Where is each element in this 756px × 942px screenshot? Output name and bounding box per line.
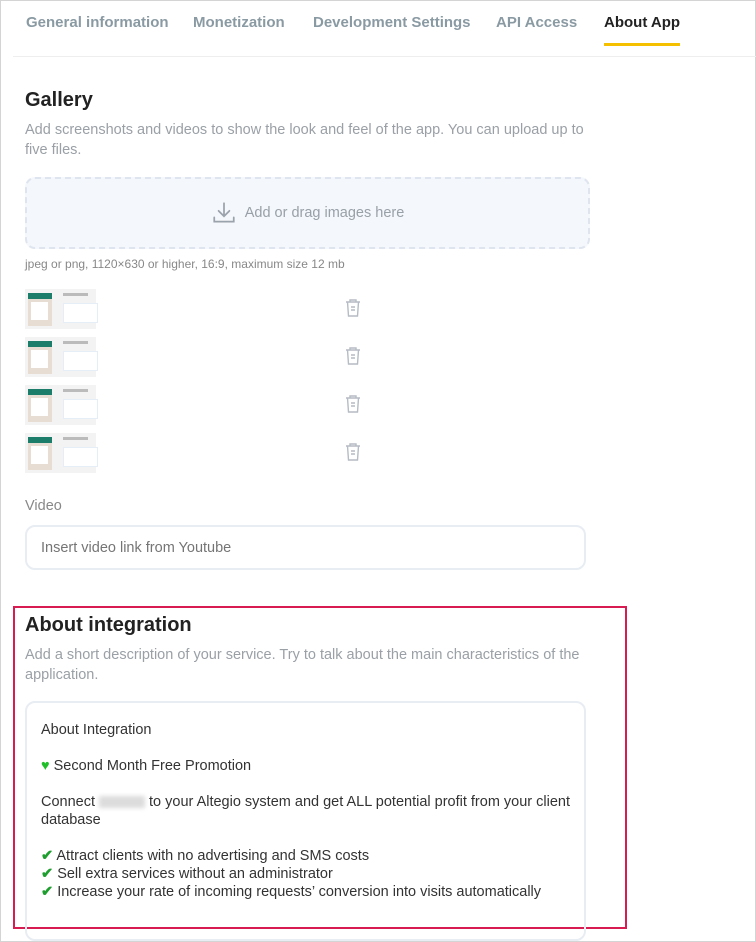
- download-icon: [213, 202, 235, 223]
- bullet-item: Attract clients with no advertising and …: [56, 848, 370, 864]
- trash-icon[interactable]: [344, 346, 362, 366]
- gallery-title: Gallery: [25, 89, 93, 111]
- about-integration-title: About integration: [25, 614, 192, 636]
- gallery-thumbnail[interactable]: [25, 385, 98, 425]
- green-heart-icon: ♥: [41, 758, 50, 774]
- dropzone-label: Add or drag images here: [244, 205, 405, 221]
- trash-icon[interactable]: [344, 394, 362, 414]
- check-icon: ✔: [41, 884, 54, 900]
- tab-about-app[interactable]: About App: [604, 14, 681, 46]
- trash-icon[interactable]: [344, 442, 362, 462]
- gallery-thumbnail[interactable]: [25, 433, 98, 473]
- bullet-item: Sell extra services without an administr…: [57, 866, 333, 882]
- promo-line: Second Month Free Promotion: [53, 758, 252, 774]
- check-icon: ✔: [41, 848, 54, 864]
- text-heading: About Integration: [41, 722, 152, 738]
- tab-bar: General information Monetization Develop…: [13, 0, 756, 57]
- about-integration-description: Add a short description of your service.…: [25, 647, 580, 683]
- image-dropzone[interactable]: Add or drag images here: [25, 177, 590, 249]
- upload-hint: jpeg or png, 1120×630 or higher, 16:9, m…: [25, 257, 345, 271]
- tab-api-access[interactable]: API Access: [496, 14, 577, 46]
- video-link-input[interactable]: [25, 525, 586, 570]
- redacted-name: [99, 796, 146, 809]
- trash-icon[interactable]: [344, 298, 362, 318]
- check-icon: ✔: [41, 866, 54, 882]
- gallery-description: Add screenshots and videos to show the l…: [25, 122, 584, 158]
- tab-development-settings[interactable]: Development Settings: [313, 14, 471, 46]
- tab-monetization[interactable]: Monetization: [193, 14, 285, 46]
- gallery-thumbnail[interactable]: [25, 289, 98, 329]
- connect-text: Connect: [41, 794, 96, 810]
- about-integration-textarea[interactable]: About Integration ♥ Second Month Free Pr…: [25, 701, 586, 941]
- tab-general-information[interactable]: General information: [26, 14, 169, 46]
- video-label: Video: [25, 498, 62, 514]
- bullet-item: Increase your rate of incoming requests’…: [57, 884, 542, 900]
- gallery-thumbnail[interactable]: [25, 337, 98, 377]
